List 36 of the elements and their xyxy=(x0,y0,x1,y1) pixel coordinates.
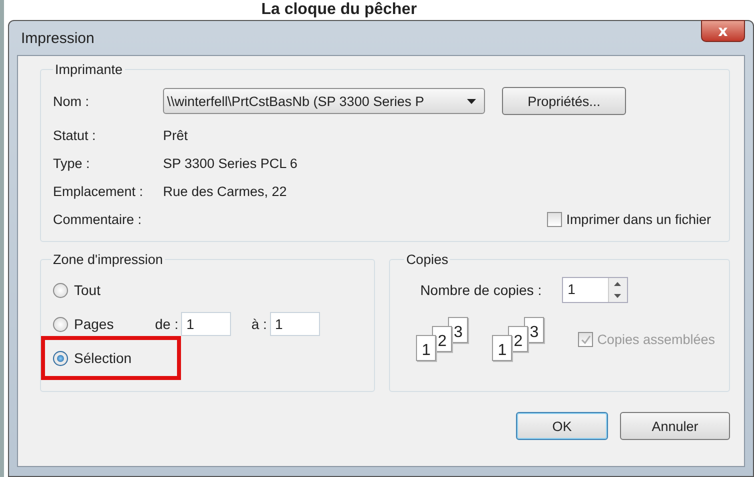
info-value: Prêt xyxy=(163,128,188,142)
radio-button[interactable] xyxy=(53,316,68,332)
window-title: Impression xyxy=(20,30,94,46)
caret-icon xyxy=(467,98,476,104)
info-value: Rue des Carmes, 22 xyxy=(163,184,287,198)
info-label: Statut : xyxy=(53,128,97,142)
printer-dropdown[interactable]: \\winterfell\PrtCstBasNb (SP 3300 Series P xyxy=(163,88,485,114)
name-label: Nom : xyxy=(53,94,90,108)
to-label: à : xyxy=(251,316,267,332)
dialog-button[interactable]: OK xyxy=(516,412,608,440)
info-label: Emplacement : xyxy=(53,184,144,198)
page-icon: 1 xyxy=(492,335,512,361)
group-legend: Zone d'impression xyxy=(51,252,165,267)
radio-label: Tout xyxy=(74,282,100,298)
group-legend: Imprimante xyxy=(53,62,125,77)
from-label: de : xyxy=(155,316,178,332)
properties-button[interactable]: Propriétés... xyxy=(502,87,626,115)
checkbox-label: Imprimer dans un fichier xyxy=(566,212,711,226)
radio-button[interactable] xyxy=(53,350,68,366)
radio-label: Pages xyxy=(74,316,114,332)
to-page-field[interactable]: 1 xyxy=(270,312,320,336)
checkbox[interactable] xyxy=(547,212,562,226)
copies-label: Nombre de copies : xyxy=(420,282,542,298)
radio-label: Sélection xyxy=(74,350,132,366)
document-title: La cloque du pêcher xyxy=(260,0,417,20)
info-label: Type : xyxy=(53,156,91,170)
dialog-button[interactable]: Annuler xyxy=(620,412,730,440)
close-button[interactable]: x xyxy=(701,20,745,42)
group-legend: Copies xyxy=(404,252,450,267)
page-icon: 1 xyxy=(416,335,436,361)
info-value: SP 3300 Series PCL 6 xyxy=(163,156,298,170)
radio-button[interactable] xyxy=(53,282,68,298)
copies-spinner[interactable]: 1 xyxy=(562,277,628,303)
info-label: Commentaire : xyxy=(53,212,143,226)
checkbox-label: Copies assemblées xyxy=(597,332,715,346)
from-page-field[interactable]: 1 xyxy=(181,312,232,336)
